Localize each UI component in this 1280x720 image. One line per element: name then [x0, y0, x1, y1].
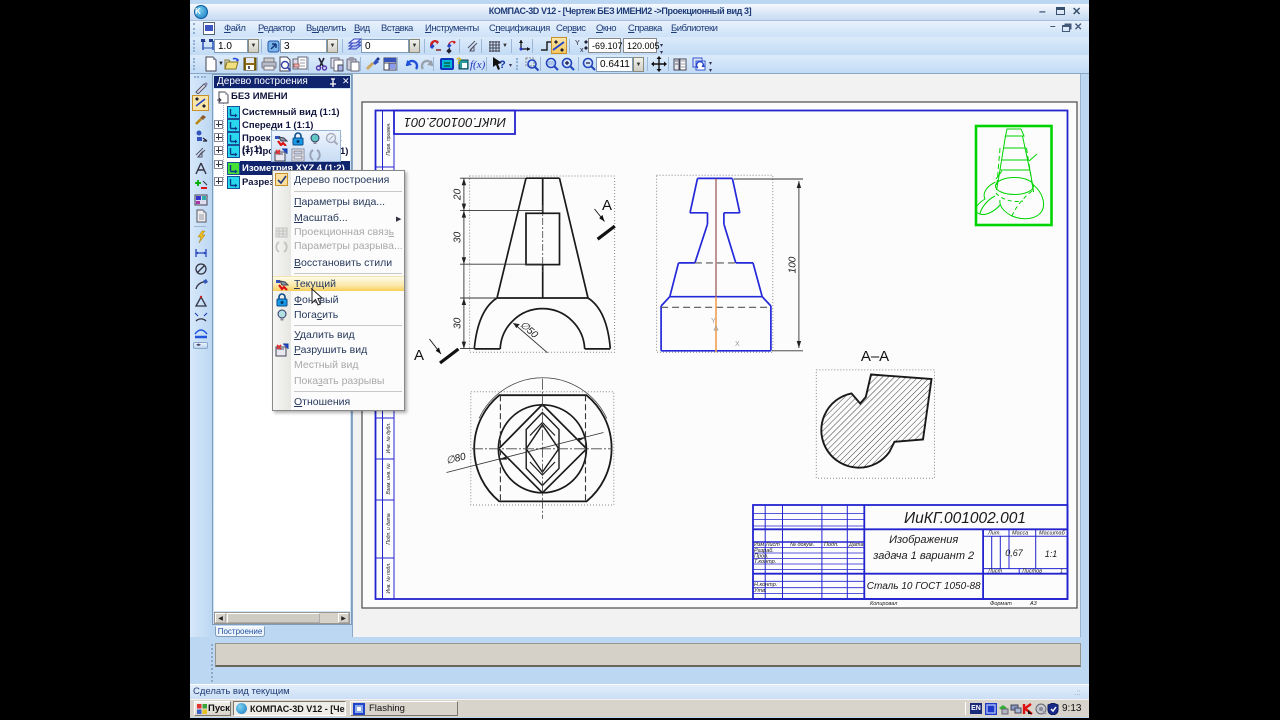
svg-text:Инв. № дубл.: Инв. № дубл.: [386, 423, 392, 454]
svg-text:А: А: [414, 347, 424, 364]
svg-text:Подп.: Подп.: [824, 542, 839, 548]
svg-text:Листов: Листов: [1021, 569, 1042, 575]
svg-text:1: 1: [1060, 569, 1063, 575]
svg-text:30: 30: [453, 231, 464, 243]
svg-text:Подп. и дата: Подп. и дата: [386, 513, 392, 545]
svg-text:задача 1 вариант 2: задача 1 вариант 2: [872, 550, 974, 562]
svg-text:Изображения: Изображения: [889, 534, 958, 546]
svg-text:0,67: 0,67: [1005, 548, 1024, 558]
svg-text:А: А: [602, 197, 612, 214]
svg-text:?: ?: [499, 59, 506, 71]
svg-text:Масштаб: Масштаб: [1039, 531, 1066, 537]
svg-text:Инв. № подл.: Инв. № подл.: [386, 562, 392, 593]
svg-text:Сталь 10 ГОСТ 1050-88: Сталь 10 ГОСТ 1050-88: [867, 581, 981, 592]
svg-text:А3: А3: [1029, 601, 1038, 607]
svg-text:Т.контр.: Т.контр.: [754, 559, 776, 565]
svg-text:Утв.: Утв.: [753, 588, 767, 594]
svg-text:Взам. инв. №: Взам. инв. №: [386, 463, 392, 495]
svg-text:Формат: Формат: [990, 601, 1012, 607]
svg-text:f(x): f(x): [470, 59, 486, 71]
svg-text:Лист: Лист: [987, 569, 1003, 575]
svg-text:x: x: [580, 47, 584, 54]
svg-text:ИиКГ.001002.001: ИиКГ.001002.001: [404, 115, 506, 130]
svg-text:30: 30: [453, 317, 464, 329]
svg-text:1:1: 1:1: [1045, 549, 1058, 559]
svg-text:Y: Y: [575, 40, 580, 47]
svg-text:Масса: Масса: [1012, 531, 1028, 537]
svg-text:Копировал: Копировал: [870, 601, 897, 607]
svg-text:А–А: А–А: [861, 348, 889, 365]
svg-text:ИиКГ.001002.001: ИиКГ.001002.001: [904, 510, 1026, 527]
svg-text:Y: Y: [711, 318, 716, 325]
svg-text:20: 20: [453, 188, 464, 201]
svg-text:100: 100: [788, 256, 799, 273]
svg-text:Лит.: Лит.: [987, 531, 1001, 537]
svg-text:Перв. примен.: Перв. примен.: [386, 122, 392, 155]
svg-text:?: ?: [456, 56, 462, 66]
svg-text:№ докум.: № докум.: [790, 542, 814, 548]
svg-text:X: X: [735, 341, 740, 348]
svg-text:Дата: Дата: [848, 542, 864, 548]
